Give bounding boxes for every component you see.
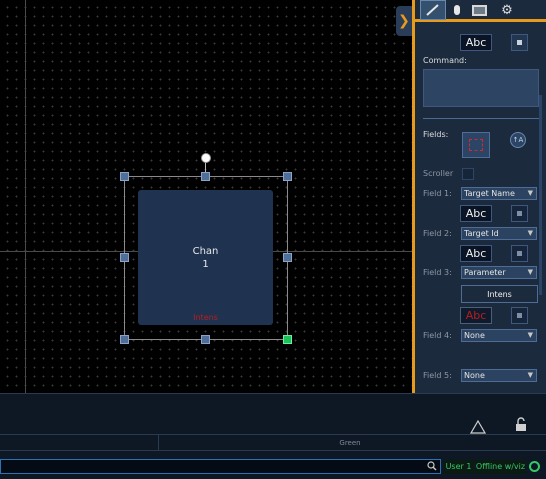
fields-label: Fields: (423, 130, 449, 139)
field1-select[interactable]: Target Name ▼ (461, 187, 537, 200)
field3-parameter-button[interactable]: Intens (461, 285, 538, 303)
field1-label: Field 1: (423, 189, 452, 198)
unlock-icon[interactable] (513, 416, 529, 432)
strip-label: Green (339, 439, 361, 447)
bottom-bar: Green User 1 Offline w/viz (0, 393, 546, 479)
resize-handle-nw[interactable] (120, 172, 129, 181)
command-align-button[interactable] (511, 34, 528, 51)
resize-handle-s[interactable] (201, 335, 210, 344)
resize-handle-e[interactable] (283, 253, 292, 262)
chevron-down-icon: ▼ (527, 371, 533, 379)
search-icon[interactable] (427, 461, 437, 474)
triangle-icon[interactable] (470, 420, 486, 434)
guide-line-vertical (25, 0, 26, 393)
resize-handle-ne[interactable] (283, 172, 292, 181)
image-icon[interactable] (470, 0, 490, 20)
chevron-down-icon: ▼ (527, 229, 533, 237)
command-label: Command: (423, 56, 467, 65)
field3-label: Field 3: (423, 268, 452, 277)
resize-handle-sw[interactable] (120, 335, 129, 344)
chevron-down-icon: ▼ (527, 331, 533, 339)
resize-handle-se[interactable] (283, 335, 292, 344)
mouse-icon[interactable] (450, 0, 464, 20)
chevron-down-icon: ▼ (527, 189, 533, 197)
scroller-label: Scroller (423, 169, 454, 178)
field1-align-button[interactable] (511, 205, 528, 222)
command-line-input[interactable] (0, 459, 441, 474)
field4-label: Field 4: (423, 331, 452, 340)
command-input[interactable] (423, 69, 539, 107)
field3-style-abc[interactable]: Abc (460, 307, 492, 324)
chevron-right-icon: ❯ (398, 13, 410, 29)
field5-select[interactable]: None ▼ (461, 369, 537, 382)
command-style-abc[interactable]: Abc (460, 34, 492, 51)
user-badge[interactable]: User 1 (443, 460, 474, 474)
resize-handle-w[interactable] (120, 253, 129, 262)
status-ring-icon (529, 461, 540, 472)
fields-layout-button[interactable] (462, 132, 490, 158)
tool-bar: ⚙ (415, 0, 546, 22)
field2-style-abc[interactable]: Abc (460, 245, 492, 262)
resize-handle-n[interactable] (201, 172, 210, 181)
collapse-panel-button[interactable]: ❯ (396, 6, 412, 36)
field2-select[interactable]: Target Id ▼ (461, 227, 537, 240)
scroller-checkbox[interactable] (462, 168, 474, 180)
field3-select[interactable]: Parameter ▼ (461, 266, 537, 279)
field2-label: Field 2: (423, 229, 452, 238)
field1-style-abc[interactable]: Abc (460, 205, 492, 222)
gears-icon[interactable]: ⚙ (497, 0, 517, 20)
dashed-frame-icon (469, 139, 483, 151)
connection-status[interactable]: Offline w/viz (475, 460, 526, 474)
selection-box (124, 176, 288, 340)
field5-label: Field 5: (423, 371, 452, 380)
layout-canvas[interactable]: Chan 1 Intens (0, 0, 412, 393)
field4-select[interactable]: None ▼ (461, 329, 537, 342)
field2-align-button[interactable] (511, 245, 528, 262)
text-auto-icon[interactable]: ↑A (510, 132, 526, 148)
panel-scrollbar[interactable] (539, 95, 542, 295)
properties-panel: ⚙ Abc Command: Fields: ↑A Scroller Field… (412, 0, 546, 393)
pencil-icon[interactable] (420, 0, 446, 20)
section-divider (423, 118, 539, 119)
rotate-handle[interactable] (201, 153, 211, 163)
chevron-down-icon: ▼ (527, 268, 533, 276)
field3-align-button[interactable] (511, 307, 528, 324)
